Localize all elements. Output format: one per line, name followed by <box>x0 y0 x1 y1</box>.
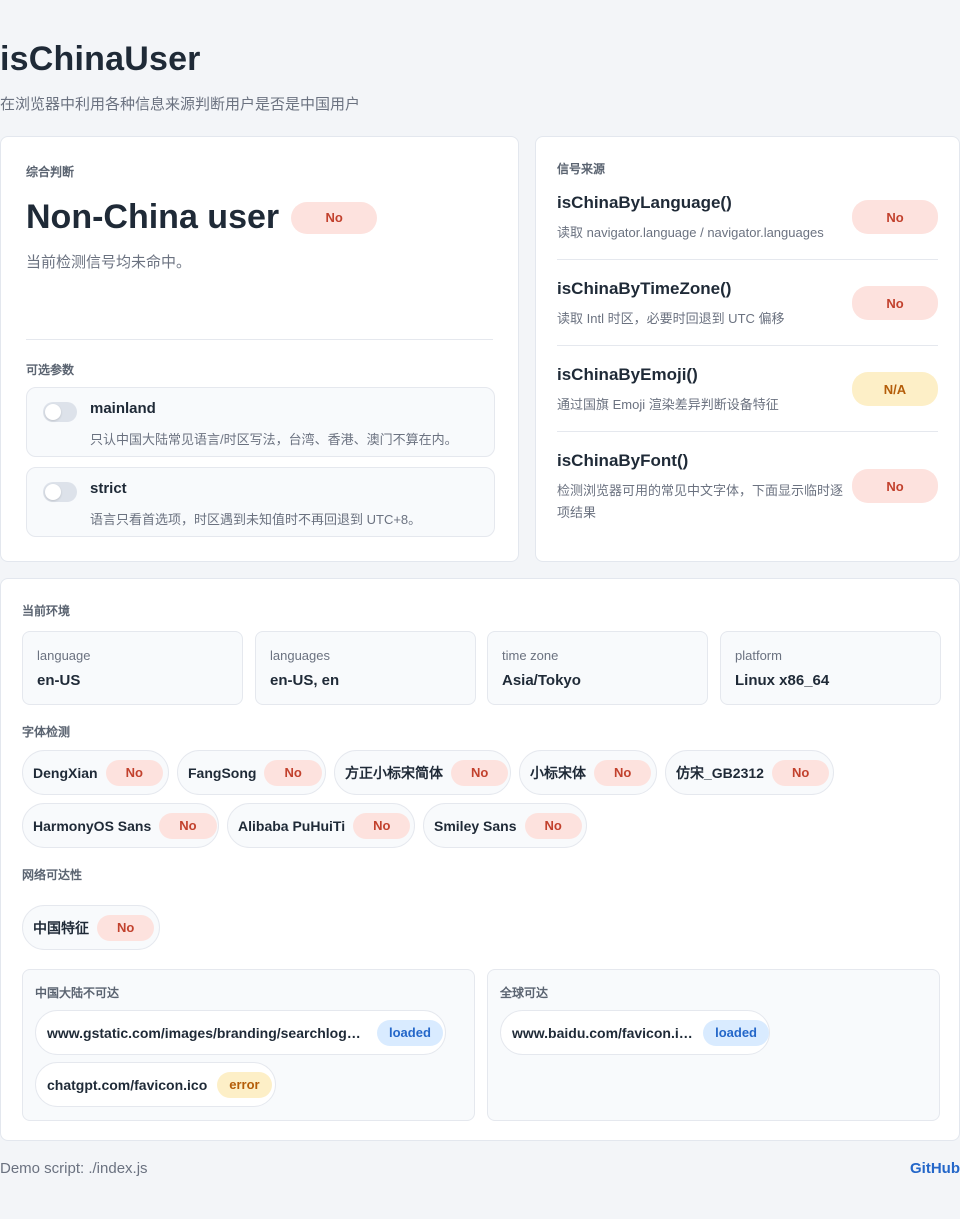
font-badge: No <box>771 759 830 786</box>
env-value: en-US <box>37 672 81 689</box>
signal-name: isChinaByLanguage() <box>557 193 732 212</box>
font-name: 小标宋体 <box>530 764 586 781</box>
verdict-description: 当前检测信号均未命中。 <box>26 254 192 271</box>
global-title: 全球可达 <box>500 986 549 1000</box>
env-key: time zone <box>502 648 559 663</box>
github-link[interactable]: GitHub <box>910 1160 960 1177</box>
url-chip: chatgpt.com/favicon.ico error <box>35 1062 276 1107</box>
font-chip: Smiley Sans No <box>423 803 587 848</box>
font-name: Smiley Sans <box>434 817 517 834</box>
page-subtitle: 在浏览器中利用各种信息来源判断用户是否是中国用户 <box>0 96 361 113</box>
global-box: 全球可达 www.baidu.com/favicon.ico loaded <box>487 969 940 1121</box>
options-title: 可选参数 <box>26 363 75 377</box>
option-name: strict <box>90 480 127 497</box>
signal-timezone: isChinaByTimeZone() 读取 Intl 时区，必要时回退到 UT… <box>557 279 938 346</box>
mainland-toggle[interactable] <box>43 402 77 422</box>
network-feature-name: 中国特征 <box>33 919 89 936</box>
env-field-language: language en-US <box>22 631 243 705</box>
font-chip: FangSong No <box>177 750 326 795</box>
env-field-languages: languages en-US, en <box>255 631 476 705</box>
verdict-badge: No <box>291 201 378 234</box>
environment-card: 当前环境 language en-US languages en-US, en … <box>0 578 960 1141</box>
signal-badge: No <box>852 286 938 320</box>
font-name: HarmonyOS Sans <box>33 817 152 834</box>
status-badge: loaded <box>703 1019 769 1046</box>
blocked-title: 中国大陆不可达 <box>35 986 120 1000</box>
network-section-title: 网络可达性 <box>22 868 83 882</box>
font-badge: No <box>451 759 509 786</box>
signals-card: 信号来源 isChinaByLanguage() 读取 navigator.la… <box>535 136 960 562</box>
font-chip: 方正小标宋简体 No <box>334 750 511 795</box>
env-value: Asia/Tokyo <box>502 672 581 689</box>
url-chip: www.baidu.com/favicon.ico loaded <box>500 1010 770 1055</box>
signal-badge: N/A <box>852 372 938 406</box>
url-chip: www.gstatic.com/images/branding/searchlo… <box>35 1010 446 1055</box>
url-text: www.gstatic.com/images/branding/searchlo… <box>47 1024 367 1041</box>
font-name: Alibaba PuHuiTi <box>238 817 346 834</box>
status-badge: loaded <box>377 1019 443 1046</box>
font-chip: DengXian No <box>22 750 169 795</box>
env-field-platform: platform Linux x86_64 <box>720 631 941 705</box>
font-badge: No <box>105 759 163 786</box>
signal-description: 通过国旗 Emoji 渲染差异判断设备特征 <box>557 397 779 412</box>
signal-description: 检测浏览器可用的常见中文字体，下面显示临时逐项结果 <box>557 483 844 520</box>
font-badge: No <box>159 812 217 839</box>
env-key: platform <box>735 648 782 663</box>
network-feature-chip: 中国特征 No <box>22 905 160 950</box>
option-strict: strict 语言只看首选项，时区遇到未知值时不再回退到 UTC+8。 <box>26 467 495 537</box>
signal-badge: No <box>852 200 938 234</box>
status-badge: error <box>217 1071 272 1098</box>
page-title: isChinaUser <box>0 40 201 78</box>
strict-toggle[interactable] <box>43 482 77 502</box>
font-badge: No <box>264 759 322 786</box>
signal-description: 读取 navigator.language / navigator.langua… <box>557 225 824 240</box>
fonts-section-title: 字体检测 <box>22 725 71 739</box>
option-name: mainland <box>90 400 156 417</box>
font-badge: No <box>524 812 582 839</box>
font-badge: No <box>353 812 411 839</box>
verdict-section-title: 综合判断 <box>26 165 75 179</box>
font-name: DengXian <box>33 764 98 781</box>
env-field-timezone: time zone Asia/Tokyo <box>487 631 708 705</box>
footer-script: Demo script: ./index.js <box>0 1160 148 1177</box>
font-chip: Alibaba PuHuiTi No <box>227 803 415 848</box>
option-mainland: mainland 只认中国大陆常见语言/时区写法，台湾、香港、澳门不算在内。 <box>26 387 495 457</box>
env-key: languages <box>270 648 330 663</box>
font-chip: 仿宋_GB2312 No <box>665 750 834 795</box>
font-name: 仿宋_GB2312 <box>676 764 764 781</box>
url-text: www.baidu.com/favicon.ico <box>512 1024 694 1041</box>
font-chip: HarmonyOS Sans No <box>22 803 219 848</box>
option-description: 只认中国大陆常见语言/时区写法，台湾、香港、澳门不算在内。 <box>90 432 458 447</box>
divider <box>26 339 493 340</box>
page-header: isChinaUser 在浏览器中利用各种信息来源判断用户是否是中国用户 <box>0 40 360 114</box>
signal-description: 读取 Intl 时区，必要时回退到 UTC 偏移 <box>557 311 785 326</box>
font-name: FangSong <box>188 764 257 781</box>
font-chip: 小标宋体 No <box>519 750 657 795</box>
verdict-title: Non-China user <box>26 198 280 236</box>
signals-section-title: 信号来源 <box>557 162 606 176</box>
network-feature-badge: No <box>97 914 155 941</box>
signal-name: isChinaByTimeZone() <box>557 279 732 298</box>
signal-name: isChinaByEmoji() <box>557 365 698 384</box>
signal-emoji: isChinaByEmoji() 通过国旗 Emoji 渲染差异判断设备特征 N… <box>557 365 938 432</box>
url-text: chatgpt.com/favicon.ico <box>47 1076 208 1093</box>
verdict-card: 综合判断 Non-China user No 当前检测信号均未命中。 可选参数 … <box>0 136 519 562</box>
option-description: 语言只看首选项，时区遇到未知值时不再回退到 UTC+8。 <box>90 512 422 527</box>
signal-font: isChinaByFont() 检测浏览器可用的常见中文字体，下面显示临时逐项结… <box>557 451 938 543</box>
environment-section-title: 当前环境 <box>22 604 71 618</box>
font-badge: No <box>594 759 652 786</box>
signal-language: isChinaByLanguage() 读取 navigator.languag… <box>557 193 938 260</box>
env-value: Linux x86_64 <box>735 672 830 689</box>
env-value: en-US, en <box>270 672 340 689</box>
font-name: 方正小标宋简体 <box>345 764 443 781</box>
signal-name: isChinaByFont() <box>557 451 689 470</box>
signal-badge: No <box>852 469 938 503</box>
blocked-box: 中国大陆不可达 www.gstatic.com/images/branding/… <box>22 969 475 1121</box>
env-key: language <box>37 648 91 663</box>
